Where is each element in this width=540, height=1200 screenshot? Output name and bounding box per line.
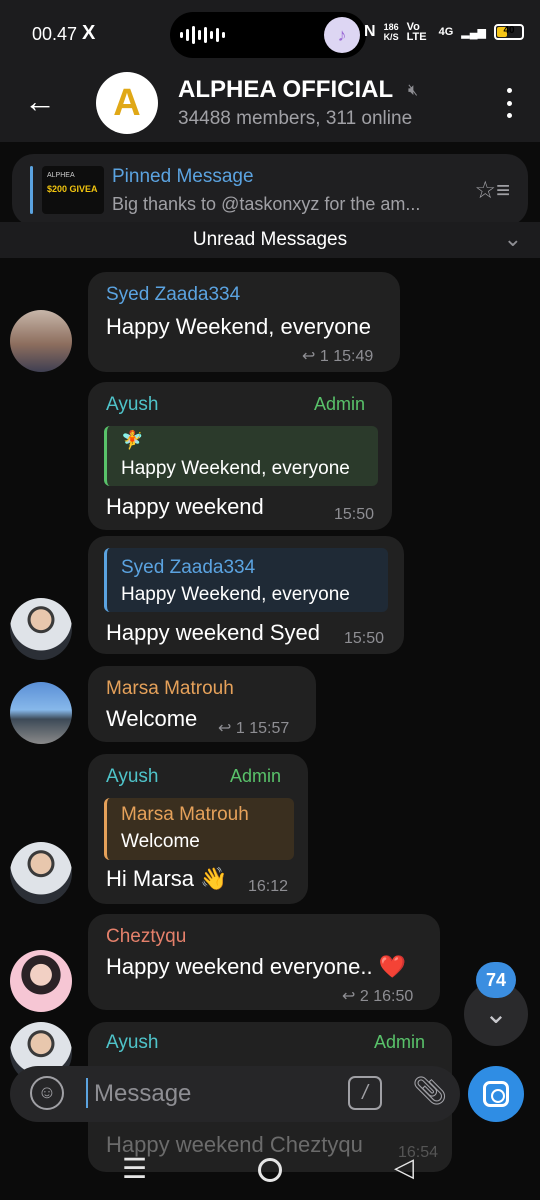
signal-icon: ▂▄▆ xyxy=(461,26,486,39)
recents-icon[interactable]: ☰ xyxy=(122,1152,147,1185)
message-text: Happy weekend Syed xyxy=(106,620,321,645)
message-time: 15:50 xyxy=(344,630,385,647)
emoji-icon[interactable]: ☺ xyxy=(30,1076,64,1110)
music-note-icon: ♪ xyxy=(324,17,360,53)
back-arrow-icon[interactable]: ← xyxy=(24,85,58,120)
message-bubble[interactable]: Cheztyqu Happy weekend everyone.. ❤️ ↩ 2… xyxy=(88,914,440,1010)
sender-name[interactable]: Syed Zaada334 xyxy=(106,284,240,306)
group-avatar[interactable]: A xyxy=(96,72,158,134)
battery-percent: 40 xyxy=(503,25,515,36)
pinned-list-icon[interactable]: ☆≡ xyxy=(474,176,510,205)
reply-count[interactable]: 1 xyxy=(320,348,329,365)
speed-value: 186 xyxy=(383,22,399,32)
more-options-icon[interactable] xyxy=(504,88,514,118)
thumbnail-text: $200 GIVEA xyxy=(47,184,98,194)
message-bubble[interactable]: Ayush Admin 🧚 Happy Weekend, everyone Ha… xyxy=(88,382,392,530)
reply-sender: Syed Zaada334 xyxy=(121,557,256,578)
reply-text: Happy Weekend, everyone xyxy=(121,584,350,605)
back-triangle-icon[interactable]: ◁ xyxy=(394,1152,414,1183)
message-text: Happy weekend everyone.. ❤️ xyxy=(106,954,407,979)
network-speed: 186 K/S xyxy=(384,22,399,42)
reply-arrow-icon: ↩ xyxy=(342,988,356,1005)
sender-name[interactable]: Ayush xyxy=(106,766,158,788)
message-meta: ↩ 1 15:57 xyxy=(218,718,289,738)
admin-badge: Admin xyxy=(230,766,282,786)
message-composer: ☺ / 📎︎ xyxy=(10,1066,460,1122)
status-indicators: N 186 K/S Vo LTE 4G ▂▄▆ 40 xyxy=(364,21,524,43)
text-cursor xyxy=(86,1078,88,1108)
message-meta: ↩ 1 15:49 xyxy=(302,346,373,366)
message-bubble[interactable]: Syed Zaada334 Happy Weekend, everyone Ha… xyxy=(88,536,404,654)
chevron-down-icon[interactable]: ⌄ xyxy=(504,226,522,252)
avatar[interactable] xyxy=(10,842,72,904)
x-app-icon: X xyxy=(82,22,96,44)
sender-name[interactable]: Cheztyqu xyxy=(106,926,186,948)
pinned-indicator xyxy=(30,166,33,214)
reply-quote[interactable]: 🧚 Happy Weekend, everyone xyxy=(104,426,378,486)
message-time: 15:57 xyxy=(249,720,290,737)
message-input[interactable] xyxy=(94,1078,334,1110)
message-text: Happy weekend xyxy=(106,494,264,519)
system-nav-bar: ☰ ◁ xyxy=(0,1140,540,1200)
message-bubble[interactable]: Syed Zaada334 Happy Weekend, everyone ↩ … xyxy=(88,272,400,372)
message-time: 15:50 xyxy=(334,506,375,523)
reply-count[interactable]: 2 xyxy=(360,988,369,1005)
paperclip-icon[interactable]: 📎︎ xyxy=(412,1074,448,1107)
chat-header: ← A ALPHEA OFFICIAL 🔇︎ 34488 members, 31… xyxy=(0,70,540,142)
group-title[interactable]: ALPHEA OFFICIAL xyxy=(178,76,393,104)
sender-name[interactable]: Ayush xyxy=(106,1032,158,1054)
message-bubble[interactable]: Ayush Admin Marsa Matrouh Welcome Hi Mar… xyxy=(88,754,308,904)
avatar[interactable] xyxy=(10,310,72,372)
reply-arrow-icon: ↩ xyxy=(302,348,316,365)
avatar[interactable] xyxy=(10,682,72,744)
muted-icon: 🔇︎ xyxy=(408,82,419,99)
volte-icon: Vo LTE xyxy=(406,21,427,43)
battery-icon: 40 xyxy=(494,24,524,40)
bot-command-icon[interactable]: / xyxy=(348,1076,382,1110)
pinned-title: Pinned Message xyxy=(112,166,254,187)
pinned-text: Big thanks to @taskonxyz for the am... xyxy=(112,194,421,214)
reply-quote[interactable]: Marsa Matrouh Welcome xyxy=(104,798,294,860)
admin-badge: Admin xyxy=(374,1032,426,1052)
message-time: 16:12 xyxy=(248,878,289,895)
avatar[interactable] xyxy=(10,950,72,1012)
unread-count-badge[interactable]: 74 xyxy=(476,962,516,998)
reply-count[interactable]: 1 xyxy=(236,720,245,737)
message-time: 16:50 xyxy=(373,988,414,1005)
reply-quote[interactable]: Syed Zaada334 Happy Weekend, everyone xyxy=(104,548,388,612)
reply-arrow-icon: ↩ xyxy=(218,720,232,737)
group-member-count: 34488 members, 311 online xyxy=(178,108,413,129)
camera-button[interactable] xyxy=(468,1066,524,1122)
speed-unit: K/S xyxy=(383,32,399,42)
thumbnail-logo: ALPHEA xyxy=(47,172,75,179)
sender-name[interactable]: Ayush xyxy=(106,394,158,416)
sender-name[interactable]: Marsa Matrouh xyxy=(106,678,234,700)
message-time: 15:49 xyxy=(333,348,374,365)
reply-sender: Marsa Matrouh xyxy=(121,804,249,825)
home-icon[interactable] xyxy=(258,1158,282,1182)
admin-badge: Admin xyxy=(314,394,366,414)
network-type: 4G xyxy=(438,26,454,38)
reply-text: Welcome xyxy=(121,831,200,852)
status-time: 00.47 xyxy=(32,24,78,44)
dynamic-island[interactable]: ♪ xyxy=(170,12,366,58)
status-bar: 00.47 X ♪ N 186 K/S Vo LTE 4G ▂▄▆ 40 xyxy=(0,0,540,70)
message-text: Hi Marsa 👋 xyxy=(106,866,228,891)
reply-sticker-icon: 🧚 xyxy=(121,430,144,450)
pinned-thumbnail: ALPHEA $200 GIVEA xyxy=(42,166,104,214)
message-meta: ↩ 2 16:50 xyxy=(342,986,413,1006)
avatar[interactable] xyxy=(10,598,72,660)
message-bubble[interactable]: Marsa Matrouh Welcome ↩ 1 15:57 xyxy=(88,666,316,742)
nfc-icon: N xyxy=(364,23,376,40)
message-text: Welcome xyxy=(106,706,198,731)
audio-wave-icon xyxy=(180,26,225,44)
unread-label: Unread Messages xyxy=(192,229,348,250)
reply-text: Happy Weekend, everyone xyxy=(121,458,350,479)
unread-messages-divider: Unread Messages ⌄ xyxy=(0,222,540,258)
pinned-message-bar[interactable]: ALPHEA $200 GIVEA Pinned Message Big tha… xyxy=(12,154,528,226)
camera-icon xyxy=(483,1081,509,1107)
message-text: Happy Weekend, everyone xyxy=(106,314,371,339)
